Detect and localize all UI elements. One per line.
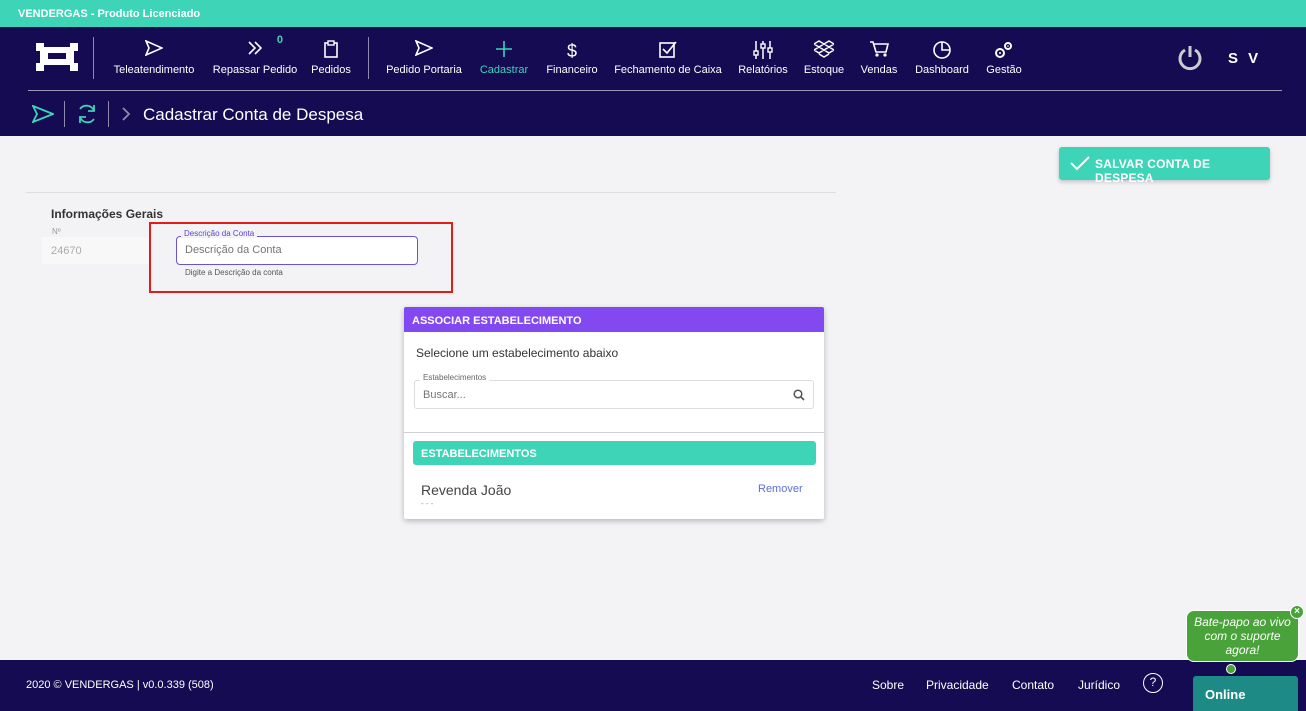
check-icon — [1070, 156, 1090, 171]
nav-repassar-pedido[interactable]: 0 Repassar Pedido — [209, 34, 301, 80]
card-divider — [404, 432, 824, 433]
nav-estoque[interactable]: Estoque — [800, 40, 848, 80]
establishments-header-title: ESTABELECIMENTOS — [421, 448, 537, 460]
footer: 2020 © VENDERGAS | v0.0.339 (508) Sobre … — [0, 660, 1306, 711]
nav-label: Financeiro — [546, 64, 598, 76]
copyright: 2020 © VENDERGAS | v0.0.339 (508) — [26, 679, 214, 691]
card-subtitle: Selecione um estabelecimento abaixo — [416, 346, 619, 360]
checkbox-icon — [610, 40, 726, 62]
number-field: 24670 — [42, 237, 150, 264]
nav-relatorios[interactable]: Relatórios — [735, 40, 791, 80]
description-hint: Digite a Descrição da conta — [185, 268, 283, 277]
footer-link-sobre[interactable]: Sobre — [872, 678, 904, 692]
help-icon[interactable]: ? — [1143, 673, 1163, 693]
nav-dashboard[interactable]: Dashboard — [910, 40, 974, 80]
establishment-search[interactable] — [414, 380, 814, 409]
card-header: ASSOCIAR ESTABELECIMENTO — [404, 307, 824, 332]
double-chevron-icon — [209, 40, 301, 62]
chat-bubble-dot — [1226, 664, 1236, 674]
description-input[interactable] — [185, 244, 405, 256]
save-expense-button[interactable]: SALVAR CONTA DE DESPESA — [1059, 147, 1270, 185]
nav-separator — [28, 90, 1282, 91]
section-title: Informações Gerais — [51, 207, 164, 221]
send-icon[interactable] — [32, 105, 54, 123]
dollar-icon: $ — [566, 41, 577, 61]
nav-label: Pedido Portaria — [386, 64, 462, 76]
nav-label: Vendas — [860, 64, 898, 76]
establishment-name: Revenda João — [421, 482, 512, 498]
description-field[interactable] — [176, 236, 418, 265]
plus-icon — [475, 40, 533, 62]
footer-link-privacidade[interactable]: Privacidade — [926, 678, 989, 692]
search-label: Estabelecimentos — [420, 373, 490, 382]
remove-link[interactable]: Remover — [758, 483, 803, 495]
description-label: Descrição da Conta — [181, 229, 258, 238]
nav-teleatendimento[interactable]: Teleatendimento — [108, 40, 200, 80]
content-divider — [26, 192, 836, 193]
nav-label: Estoque — [803, 64, 845, 76]
send-icon — [383, 40, 465, 62]
number-label: Nº — [52, 227, 61, 236]
nav-label: Gestão — [986, 64, 1022, 76]
nav-divider — [368, 37, 369, 79]
associate-establishment-card: ASSOCIAR ESTABELECIMENTO Selecione um es… — [404, 307, 824, 519]
logo-icon — [36, 43, 78, 71]
establishments-header: ESTABELECIMENTOS — [413, 441, 816, 465]
user-initials[interactable]: S V — [1228, 50, 1261, 67]
main-navbar: Teleatendimento 0 Repassar Pedido Pedido… — [0, 27, 1306, 136]
search-icon[interactable] — [793, 389, 805, 401]
footer-link-juridico[interactable]: Jurídico — [1078, 678, 1120, 692]
nav-label: Cadastrar — [479, 64, 529, 76]
search-input[interactable] — [423, 389, 783, 401]
online-chat-tab[interactable]: Online — [1193, 676, 1298, 711]
breadcrumb-divider — [64, 101, 65, 127]
nav-label: Pedidos — [311, 64, 351, 76]
gears-icon — [982, 40, 1026, 62]
nav-label: Fechamento de Caixa — [614, 64, 722, 76]
nav-pedido-portaria[interactable]: Pedido Portaria — [383, 40, 465, 80]
nav-divider — [93, 37, 94, 79]
top-banner: VENDERGAS - Produto Licenciado — [0, 0, 1306, 27]
cart-icon — [856, 40, 902, 62]
footer-link-contato[interactable]: Contato — [1012, 678, 1054, 692]
power-icon[interactable] — [1176, 44, 1204, 72]
chevron-right-icon — [122, 107, 131, 121]
nav-fechamento-caixa[interactable]: Fechamento de Caixa — [610, 40, 726, 80]
nav-pedidos[interactable]: Pedidos — [306, 40, 356, 80]
chat-bubble[interactable]: Bate-papo ao vivo com o suporte agora! — [1186, 610, 1299, 662]
dropbox-icon — [800, 40, 848, 62]
card-header-title: ASSOCIAR ESTABELECIMENTO — [412, 315, 582, 327]
nav-gestao[interactable]: Gestão — [982, 40, 1026, 80]
refresh-icon[interactable] — [76, 103, 98, 125]
nav-financeiro[interactable]: $ Financeiro — [542, 40, 602, 80]
pie-chart-icon — [910, 40, 974, 62]
breadcrumb-divider — [108, 101, 109, 127]
sliders-icon — [735, 40, 791, 62]
nav-label: Repassar Pedido — [212, 64, 298, 76]
repassar-badge: 0 — [276, 34, 283, 46]
nav-label: Teleatendimento — [113, 64, 195, 76]
save-button-label: SALVAR CONTA DE DESPESA — [1095, 157, 1211, 185]
page-title: Cadastrar Conta de Despesa — [143, 105, 364, 124]
send-icon — [108, 40, 200, 62]
nav-label: Relatórios — [738, 64, 788, 76]
establishment-meta: - - - — [421, 499, 434, 508]
nav-label: Dashboard — [915, 64, 969, 76]
number-value: 24670 — [51, 245, 82, 257]
banner-title: VENDERGAS - Produto Licenciado — [18, 8, 201, 20]
close-icon[interactable]: × — [1290, 605, 1304, 619]
nav-vendas[interactable]: Vendas — [856, 40, 902, 80]
clipboard-icon — [306, 40, 356, 62]
nav-cadastrar[interactable]: Cadastrar — [475, 40, 533, 80]
online-label: Online — [1205, 687, 1246, 702]
